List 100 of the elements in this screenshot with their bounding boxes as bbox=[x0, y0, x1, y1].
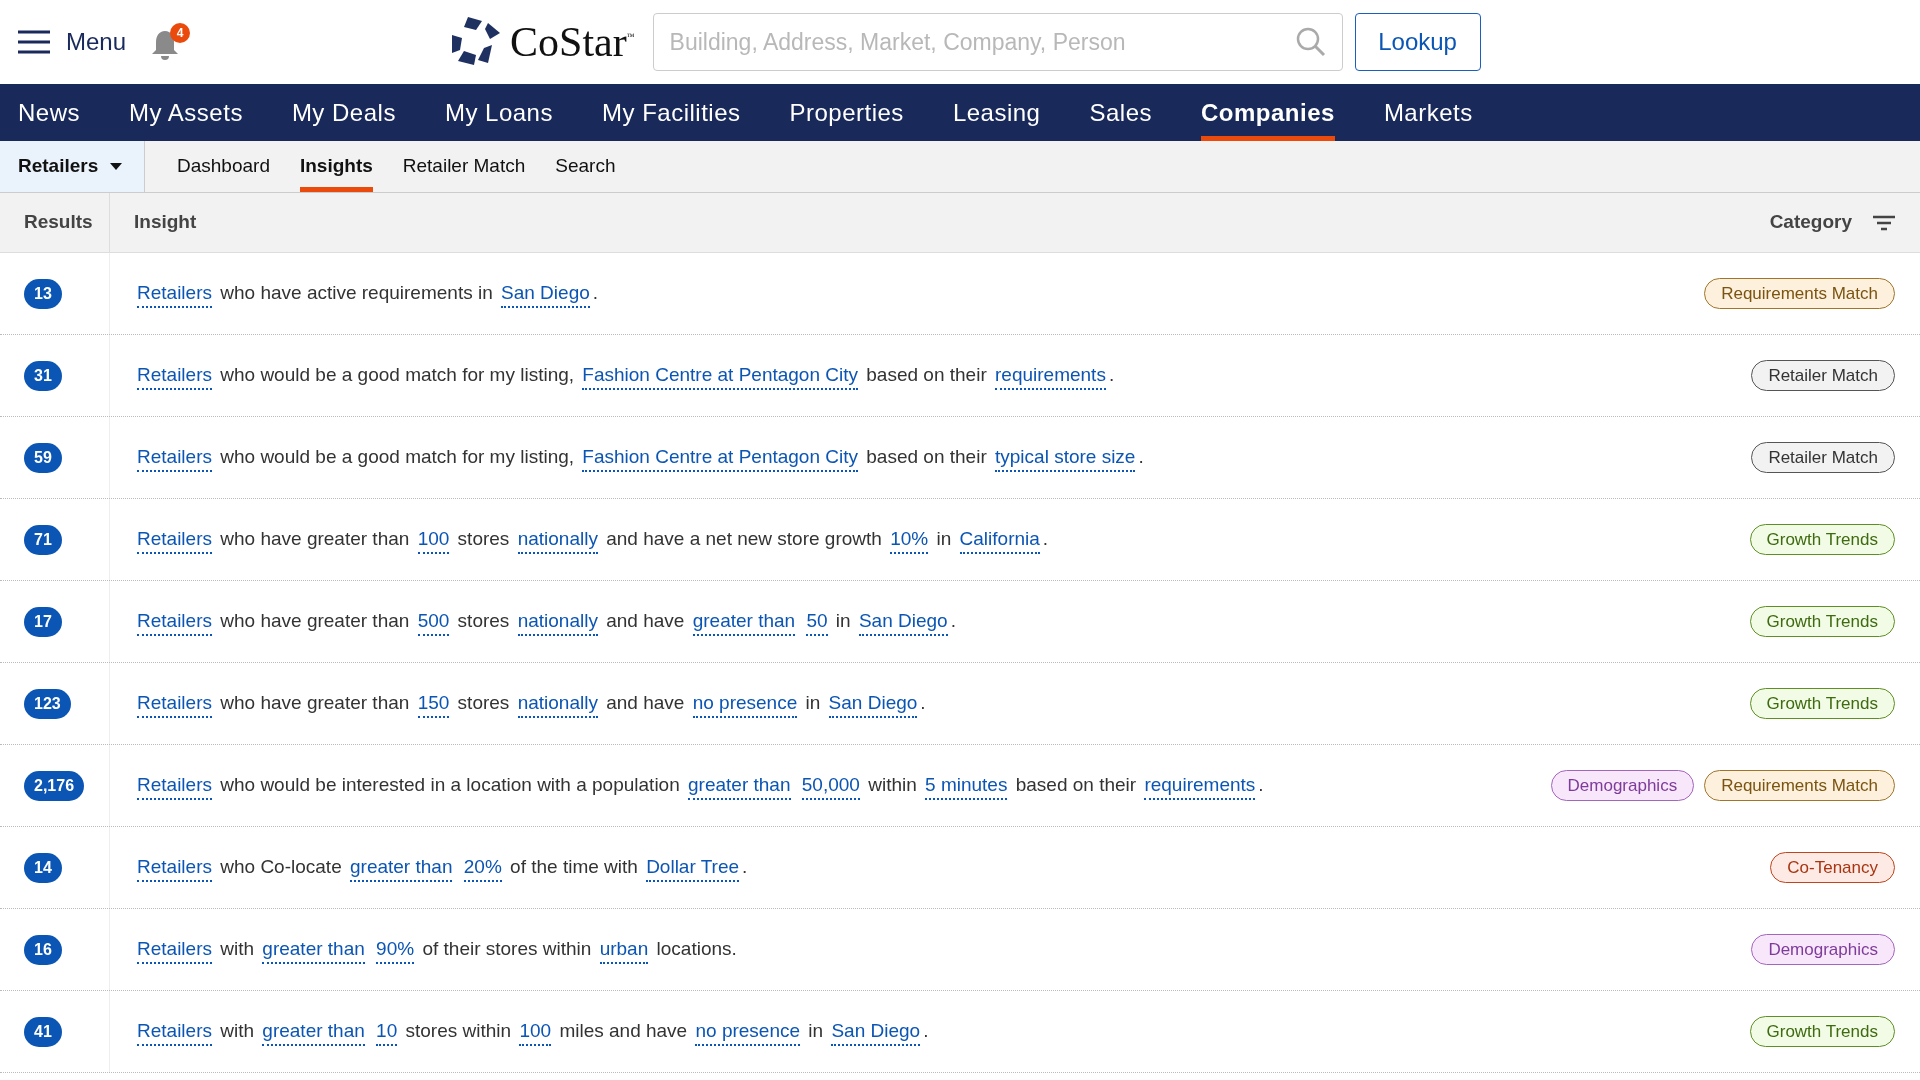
insight-link[interactable]: greater than bbox=[262, 1020, 365, 1047]
insight-link[interactable]: Retailers bbox=[137, 774, 212, 801]
result-count-badge: 31 bbox=[24, 360, 62, 391]
insight-text: Retailers with greater than 90% of their stores within urban locations. bbox=[134, 935, 737, 964]
insight-link[interactable]: Retailers bbox=[137, 856, 212, 883]
retailers-dropdown[interactable]: Retailers bbox=[0, 141, 145, 192]
result-count-badge: 71 bbox=[24, 524, 62, 555]
insight-link[interactable]: 20% bbox=[463, 856, 502, 883]
insight-link[interactable]: 500 bbox=[417, 610, 450, 637]
insight-text: Retailers who Co-locate greater than 20% of the time with Dollar Tree. bbox=[134, 853, 748, 882]
category-tag: Growth Trends bbox=[1749, 605, 1895, 638]
insight-text: Retailers who have greater than 500 stores nationally and have greater than 50 in San Diego. bbox=[134, 607, 956, 636]
insight-link[interactable]: Retailers bbox=[137, 282, 212, 309]
column-header: Insight bbox=[134, 210, 197, 235]
insight-text: Retailers who would be interested in a location with a population greater than 50,000 within 5 minutes based on their requirements. bbox=[134, 771, 1264, 800]
category-tag: Demographics bbox=[1550, 769, 1695, 802]
insight-link[interactable]: San Diego bbox=[828, 692, 918, 719]
category-tag: Requirements Match bbox=[1704, 769, 1895, 802]
sub-nav-tab[interactable]: Search bbox=[555, 141, 616, 192]
insight-link[interactable]: 100 bbox=[417, 528, 450, 555]
menu-button[interactable]: Menu bbox=[18, 24, 127, 60]
lookup-button[interactable]: Lookup bbox=[1354, 13, 1481, 71]
insight-link[interactable]: Fashion Centre at Pentagon City bbox=[582, 364, 858, 391]
logo-text: CoStar bbox=[510, 17, 627, 67]
notification-count: 4 bbox=[170, 23, 191, 43]
insight-link[interactable]: nationally bbox=[517, 610, 598, 637]
result-count-badge: 2,176 bbox=[24, 770, 85, 801]
caret-icon bbox=[110, 163, 123, 170]
result-count-badge: 13 bbox=[24, 278, 62, 309]
insight-link[interactable]: greater than bbox=[692, 610, 796, 637]
insight-link[interactable]: Fashion Centre at Pentagon City bbox=[582, 446, 858, 473]
insight-text: Retailers who have active requirements in San Diego. bbox=[134, 279, 599, 308]
insight-link[interactable]: greater than bbox=[688, 774, 791, 801]
insight-link[interactable]: requirements bbox=[995, 364, 1106, 391]
nav-tab[interactable]: My Assets bbox=[129, 84, 243, 141]
insight-link[interactable]: California bbox=[959, 528, 1040, 555]
category-tag: Growth Trends bbox=[1749, 523, 1895, 556]
insight-link[interactable]: nationally bbox=[517, 692, 598, 719]
nav-tab[interactable]: Properties bbox=[789, 84, 904, 141]
insight-link[interactable]: typical store size bbox=[995, 446, 1136, 473]
category-tag: Retailer Match bbox=[1751, 359, 1895, 392]
insight-link[interactable]: urban bbox=[599, 938, 649, 965]
sub-nav-tab[interactable]: Dashboard bbox=[177, 141, 270, 192]
insight-text: Retailers who would be a good match for my listing, Fashion Centre at Pentagon City based on their requirements. bbox=[134, 361, 1115, 390]
insight-link[interactable]: 150 bbox=[417, 692, 450, 719]
insight-link[interactable]: nationally bbox=[517, 528, 598, 555]
insight-link[interactable]: San Diego bbox=[501, 282, 590, 309]
insight-link[interactable]: Retailers bbox=[137, 610, 212, 637]
insight-link[interactable]: 10 bbox=[376, 1020, 398, 1047]
trademark-mark: ™ bbox=[626, 31, 635, 41]
menu-icon bbox=[18, 30, 50, 54]
category-tag: Growth Trends bbox=[1749, 687, 1895, 720]
nav-tab[interactable]: Markets bbox=[1383, 84, 1473, 141]
search-icon bbox=[1294, 26, 1327, 58]
nav-tab[interactable]: Sales bbox=[1089, 84, 1152, 141]
insight-link[interactable]: no presence bbox=[692, 692, 798, 719]
category-tag: Co-Tenancy bbox=[1770, 851, 1895, 884]
result-count-badge: 41 bbox=[24, 1016, 62, 1047]
insight-link[interactable]: Retailers bbox=[137, 692, 212, 719]
nav-tab[interactable]: My Facilities bbox=[601, 84, 741, 141]
category-tag: Requirements Match bbox=[1704, 277, 1895, 310]
insight-link[interactable]: requirements bbox=[1144, 774, 1256, 801]
insight-link[interactable]: 90% bbox=[376, 938, 415, 965]
nav-tab[interactable]: My Deals bbox=[291, 84, 396, 141]
insight-text: Retailers with greater than 10 stores within 100 miles and have no presence in San Diego. bbox=[134, 1017, 929, 1046]
nav-tab[interactable]: News bbox=[18, 84, 80, 141]
column-header: Results bbox=[24, 210, 93, 235]
insight-link[interactable]: San Diego bbox=[858, 610, 948, 637]
insight-link[interactable]: Retailers bbox=[137, 446, 212, 473]
insight-link[interactable]: 100 bbox=[519, 1020, 552, 1047]
result-count-badge: 14 bbox=[24, 852, 62, 883]
insight-link[interactable]: 50 bbox=[806, 610, 828, 637]
insight-link[interactable]: 10% bbox=[890, 528, 929, 555]
category-tag: Demographics bbox=[1751, 933, 1895, 966]
category-tag: Growth Trends bbox=[1749, 1015, 1895, 1048]
category-tag: Retailer Match bbox=[1751, 441, 1895, 474]
result-count-badge: 123 bbox=[24, 688, 71, 719]
nav-tab[interactable]: My Loans bbox=[444, 84, 553, 141]
insight-link[interactable]: Dollar Tree bbox=[646, 856, 740, 883]
insight-text: Retailers who have greater than 150 stores nationally and have no presence in San Diego. bbox=[134, 689, 926, 718]
insight-link[interactable]: Retailers bbox=[137, 938, 212, 965]
insight-link[interactable]: San Diego bbox=[831, 1020, 921, 1047]
category-column-header[interactable]: Category bbox=[1769, 208, 1896, 237]
insight-text: Retailers who would be a good match for my listing, Fashion Centre at Pentagon City based on their typical store size. bbox=[134, 443, 1144, 472]
search-field[interactable]: Building, Address, Market, Company, Person bbox=[652, 13, 1343, 71]
insight-link[interactable]: no presence bbox=[695, 1020, 801, 1047]
insight-link[interactable]: Retailers bbox=[137, 1020, 212, 1047]
result-count-badge: 59 bbox=[24, 442, 62, 473]
insight-text: Retailers who have greater than 100 stores nationally and have a net new store growth 10% in California. bbox=[134, 525, 1049, 554]
nav-tab[interactable]: Leasing bbox=[952, 84, 1041, 141]
sub-nav-tab[interactable]: Retailer Match bbox=[402, 141, 526, 192]
insight-link[interactable]: 5 minutes bbox=[925, 774, 1008, 801]
insight-link[interactable]: greater than bbox=[350, 856, 453, 883]
insight-link[interactable]: 50,000 bbox=[801, 774, 860, 801]
insight-link[interactable]: greater than bbox=[262, 938, 365, 965]
insight-link[interactable]: Retailers bbox=[137, 528, 212, 555]
insight-link[interactable]: Retailers bbox=[137, 364, 212, 391]
filter-icon bbox=[1872, 214, 1896, 231]
result-count-badge: 16 bbox=[24, 934, 62, 965]
result-count-badge: 17 bbox=[24, 606, 62, 637]
